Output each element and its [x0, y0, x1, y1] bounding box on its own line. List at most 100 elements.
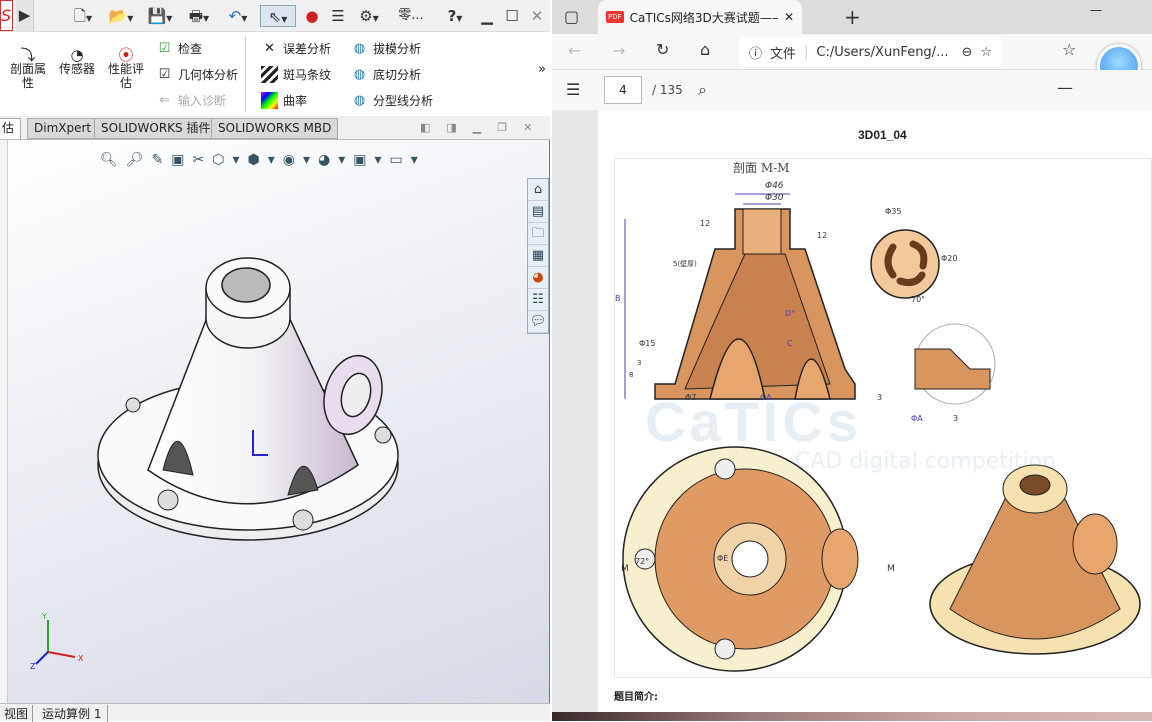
- solidworks-window: S ▶ 🗋▼ 📂▼ 💾▼ 🖶▼ ↶▼ ⇖▼ ● ☰ ⚙▼ 零... ?▼ ▁ ☐…: [0, 0, 550, 722]
- parting-line-icon: ◍: [353, 92, 366, 108]
- add-favorite-icon[interactable]: ☆: [980, 45, 992, 60]
- file-explorer-icon[interactable]: 🗀: [528, 223, 548, 245]
- save-button[interactable]: 💾▼: [144, 5, 176, 27]
- edge-browser-window: ▢ PDF CaTICs网络3D大赛试题——第1~ ✕ + — ← → ↻ ⌂ …: [552, 0, 1152, 721]
- dim-12-top: 12: [700, 219, 711, 228]
- viewport-window-controls[interactable]: ◧◨▁❐✕: [420, 121, 548, 134]
- custom-properties-icon[interactable]: ☷: [528, 289, 548, 311]
- home-button[interactable]: ⌂: [700, 40, 710, 59]
- minimize-button[interactable]: ▁: [478, 5, 496, 27]
- part-name-label: 零...: [398, 8, 424, 23]
- zebra-stripes-button[interactable]: 斑马条纹: [261, 62, 331, 86]
- dim-3-flange: 3: [637, 359, 642, 367]
- open-file-button[interactable]: 📂▼: [104, 5, 138, 27]
- select-button[interactable]: ⇖▼: [260, 5, 296, 27]
- section-properties-button[interactable]: ⤵ 剖面属性: [6, 46, 50, 91]
- tab-actions-icon[interactable]: ▢: [564, 7, 579, 26]
- maximize-button[interactable]: ☐: [503, 5, 521, 27]
- dim-phi7: Φ7: [685, 393, 697, 402]
- print-button[interactable]: 🖶▼: [182, 5, 216, 27]
- view-palette-icon[interactable]: ▦: [528, 245, 548, 267]
- desktop-background-strip: [552, 712, 1152, 721]
- dim-b: B: [615, 294, 621, 303]
- quick-access-toolbar: S ▶ 🗋▼ 📂▼ 💾▼ 🖶▼ ↶▼ ⇖▼ ● ☰ ⚙▼ 零... ?▼ ▁ ☐…: [0, 0, 550, 32]
- deviation-analysis-button[interactable]: ✕ 误差分析: [261, 36, 331, 60]
- draft-analysis-button[interactable]: ◍ 拔模分析: [351, 36, 421, 60]
- new-file-button[interactable]: 🗋▼: [68, 5, 98, 27]
- expand-menu-arrow[interactable]: ▶: [16, 0, 34, 31]
- table-of-contents-icon[interactable]: ☰: [566, 80, 580, 99]
- dim-70deg: 70°: [911, 295, 926, 304]
- undercut-analysis-icon: ◍: [353, 66, 366, 82]
- dim-wall: 5(壁厚): [673, 260, 697, 268]
- undo-button[interactable]: ↶▼: [222, 5, 254, 27]
- command-manager-tabs: 估 DimXpert SOLIDWORKS 插件 SOLIDWORKS MBD …: [0, 116, 550, 140]
- heads-up-view-toolbar[interactable]: 🔍︎🔎︎✎▣✂⬡▾⬢▾◉▾◕▾▣▾▭▾: [100, 152, 426, 168]
- close-tab-icon[interactable]: ✕: [784, 10, 794, 24]
- tab-motion-study-1[interactable]: 运动算例 1: [36, 705, 109, 722]
- import-diagnostics-button[interactable]: ⇐ 输入诊断: [156, 88, 226, 112]
- evaluate-ribbon: ⤵ 剖面属性 ◔ 传感器 ⦿ 性能评估 ☑ 检查 ☑ 几何体分析 ⇐ 输入诊断 ✕ 误差分析 …: [0, 32, 550, 116]
- triad-x-label: X: [78, 654, 84, 663]
- back-button[interactable]: ←: [568, 41, 581, 60]
- feature-manager-collapsed-pane[interactable]: [0, 140, 8, 703]
- tab-solidworks-addins[interactable]: SOLIDWORKS 插件: [94, 118, 218, 139]
- drawing-frame: CaTICs CAD digital competition 剖面 M-M Φ4…: [614, 158, 1152, 678]
- dim-phiE: ΦE: [717, 554, 729, 563]
- forward-button[interactable]: →: [612, 41, 625, 60]
- sensor-button[interactable]: ◔ 传感器: [56, 48, 98, 77]
- home-icon[interactable]: ⌂: [528, 179, 548, 201]
- curvature-button[interactable]: 曲率: [261, 88, 307, 112]
- refresh-button[interactable]: ↻: [656, 40, 669, 59]
- tab-model-view[interactable]: 视图: [0, 705, 34, 722]
- undercut-analysis-button[interactable]: ◍ 底切分析: [351, 62, 421, 86]
- dim-phi15: Φ15: [639, 339, 656, 348]
- tab-dimxpert[interactable]: DimXpert: [27, 118, 99, 139]
- draft-analysis-icon: ◍: [353, 40, 366, 56]
- dim-12-side: 12: [817, 231, 828, 240]
- intro-heading: 题目简介:: [614, 692, 658, 703]
- pdf-page: 3D01_04 CaTICs CAD digital competition 剖…: [598, 110, 1152, 721]
- page-number-input[interactable]: 4: [604, 76, 642, 104]
- help-button[interactable]: ?▼: [438, 5, 472, 27]
- ribbon-overflow-button[interactable]: »: [538, 62, 546, 77]
- search-icon[interactable]: ⌕: [698, 80, 707, 100]
- dim-8: 8: [629, 371, 634, 379]
- favorites-icon[interactable]: ☆: [1062, 40, 1076, 59]
- new-tab-button[interactable]: +: [844, 5, 861, 29]
- curvature-icon: [261, 91, 278, 109]
- window-minimize-button[interactable]: —: [1090, 3, 1102, 17]
- zebra-icon: [261, 65, 278, 83]
- tab-evaluate[interactable]: 估: [0, 118, 22, 139]
- browser-tab-active[interactable]: PDF CaTICs网络3D大赛试题——第1~ ✕: [598, 0, 802, 34]
- appearances-icon[interactable]: ◕: [528, 267, 548, 289]
- page-total: / 135: [652, 83, 683, 97]
- dim-phi35: Φ35: [885, 207, 902, 216]
- design-library-icon[interactable]: ▤: [528, 201, 548, 223]
- file-properties-icon[interactable]: ☰: [328, 5, 348, 27]
- forum-icon[interactable]: 💬︎: [528, 311, 548, 333]
- dim-c: C: [787, 339, 793, 348]
- close-button[interactable]: ✕: [528, 5, 546, 27]
- dim-phiA: ΦA: [760, 393, 772, 402]
- ribbon-divider: [245, 36, 246, 112]
- parting-line-analysis-button[interactable]: ◍ 分型线分析: [351, 88, 433, 112]
- zoom-out-icon[interactable]: ⊖: [961, 45, 972, 60]
- geometry-analysis-button[interactable]: ☑ 几何体分析: [156, 62, 238, 86]
- tab-strip: ▢ PDF CaTICs网络3D大赛试题——第1~ ✕ + —: [552, 0, 1152, 34]
- check-button[interactable]: ☑ 检查: [156, 36, 202, 60]
- graphics-viewport[interactable]: 🔍︎🔎︎✎▣✂⬡▾⬢▾◉▾◕▾▣▾▭▾ Y X Z: [8, 140, 549, 703]
- performance-icon: ⦿: [118, 46, 134, 64]
- dim-3-detail: 3: [953, 414, 959, 423]
- page-heading: 3D01_04: [858, 128, 907, 142]
- info-icon[interactable]: ⓘ: [749, 43, 762, 62]
- performance-evaluation-button[interactable]: ⦿ 性能评估: [106, 46, 146, 91]
- tab-solidworks-mbd[interactable]: SOLIDWORKS MBD: [211, 118, 339, 139]
- address-bar[interactable]: ⓘ 文件 | C:/Users/XunFeng/... ⊖ ☆: [739, 37, 1002, 67]
- section-mark-right: M: [887, 564, 895, 574]
- zoom-out-button[interactable]: —: [1057, 78, 1073, 97]
- rebuild-icon[interactable]: ●: [304, 5, 320, 27]
- options-gear-icon[interactable]: ⚙▼: [352, 5, 386, 27]
- section-properties-icon: ⤵: [20, 46, 36, 64]
- 3d-part-model[interactable]: [88, 240, 418, 560]
